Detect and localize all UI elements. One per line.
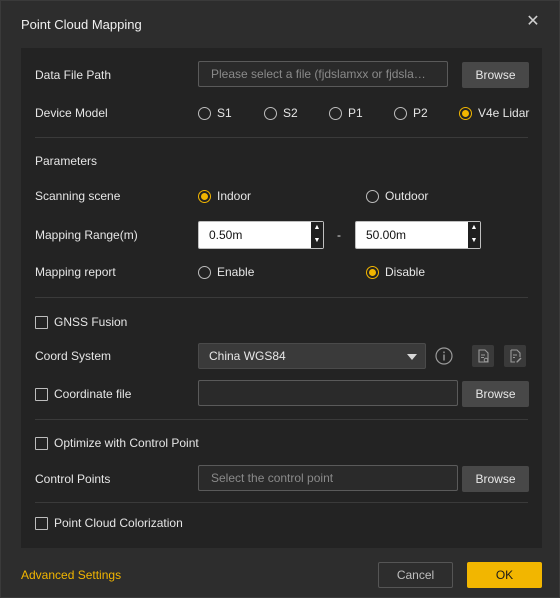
close-icon[interactable]: ✕	[525, 14, 541, 30]
data-file-path-label: Data File Path	[35, 68, 112, 82]
radio-dot-selected	[198, 189, 211, 203]
spin-down-icon[interactable]: ▼	[311, 235, 323, 248]
titlebar: Point Cloud Mapping ✕	[1, 1, 559, 47]
device-p2-radio[interactable]: P2	[394, 105, 428, 121]
divider	[35, 297, 528, 298]
ok-button[interactable]: OK	[467, 562, 542, 588]
spin-arrows: ▲ ▼	[311, 222, 323, 248]
report-enable-label: Enable	[217, 265, 255, 279]
advanced-settings-link[interactable]: Advanced Settings	[21, 568, 121, 582]
control-points-browse-button[interactable]: Browse	[462, 466, 529, 492]
radio-dot	[198, 106, 211, 120]
control-points-label: Control Points	[35, 472, 111, 486]
mapping-range-min-spinbox[interactable]: 0.50m ▲ ▼	[198, 221, 324, 249]
coord-system-value: China WGS84	[209, 349, 286, 363]
coordinate-file-label: Coordinate file	[54, 387, 132, 401]
radio-dot-selected	[459, 106, 472, 120]
mapping-range-max-value: 50.00m	[366, 228, 407, 242]
device-p1-label: P1	[348, 106, 363, 120]
point-cloud-colorization-label: Point Cloud Colorization	[54, 516, 183, 530]
edit-file-icon[interactable]	[504, 345, 526, 367]
range-separator: -	[337, 228, 341, 242]
device-s1-label: S1	[217, 106, 232, 120]
coord-system-select[interactable]: China WGS84	[198, 343, 426, 369]
coordinate-file-checkbox[interactable]: Coordinate file	[35, 386, 131, 402]
scanning-scene-label: Scanning scene	[35, 189, 121, 203]
spin-arrows: ▲ ▼	[468, 222, 480, 248]
gnss-fusion-label: GNSS Fusion	[54, 315, 128, 329]
mapping-range-max-spinbox[interactable]: 50.00m ▲ ▼	[355, 221, 481, 249]
point-cloud-colorization-checkbox[interactable]: Point Cloud Colorization	[35, 515, 183, 531]
device-s2-label: S2	[283, 106, 298, 120]
divider	[35, 137, 528, 138]
parameters-heading: Parameters	[35, 154, 98, 168]
scene-indoor-radio[interactable]: Indoor	[198, 188, 251, 204]
spin-down-icon[interactable]: ▼	[468, 235, 480, 248]
point-cloud-mapping-dialog: Point Cloud Mapping ✕ Data File Path Ple…	[0, 0, 560, 598]
device-s2-radio[interactable]: S2	[264, 105, 298, 121]
data-file-path-input[interactable]: Please select a file (fjdslamxx or fjdsl…	[198, 61, 448, 87]
report-disable-radio[interactable]: Disable	[366, 264, 425, 280]
checkbox-box	[35, 387, 48, 401]
checkbox-box	[35, 516, 48, 530]
device-model-label: Device Model	[35, 106, 108, 120]
device-s1-radio[interactable]: S1	[198, 105, 232, 121]
device-p1-radio[interactable]: P1	[329, 105, 363, 121]
settings-panel: Data File Path Please select a file (fjd…	[21, 48, 542, 548]
scene-outdoor-radio[interactable]: Outdoor	[366, 188, 428, 204]
radio-dot	[264, 106, 277, 120]
divider	[35, 419, 528, 420]
optimize-control-point-label: Optimize with Control Point	[54, 436, 199, 450]
gnss-fusion-checkbox[interactable]: GNSS Fusion	[35, 314, 127, 330]
radio-dot	[329, 106, 342, 120]
device-v4e-lidar-radio[interactable]: V4e Lidar	[459, 105, 529, 121]
dialog-title: Point Cloud Mapping	[21, 17, 142, 32]
report-disable-label: Disable	[385, 265, 426, 279]
radio-dot	[198, 265, 211, 279]
control-points-input[interactable]: Select the control point	[198, 465, 458, 491]
coord-system-label: Coord System	[35, 349, 112, 363]
scene-indoor-label: Indoor	[217, 189, 252, 203]
scene-outdoor-label: Outdoor	[385, 189, 429, 203]
device-p2-label: P2	[413, 106, 428, 120]
import-file-icon[interactable]	[472, 345, 494, 367]
radio-dot-selected	[366, 265, 379, 279]
mapping-report-label: Mapping report	[35, 265, 116, 279]
mapping-range-label: Mapping Range(m)	[35, 228, 138, 242]
mapping-range-min-value: 0.50m	[209, 228, 243, 242]
coordinate-file-input[interactable]	[198, 380, 458, 406]
chevron-down-icon	[407, 354, 417, 360]
radio-dot	[366, 189, 379, 203]
device-v4e-lidar-label: V4e Lidar	[478, 106, 530, 120]
coordinate-file-browse-button[interactable]: Browse	[462, 381, 529, 407]
checkbox-box	[35, 315, 48, 329]
divider	[35, 502, 528, 503]
radio-dot	[394, 106, 407, 120]
cancel-button[interactable]: Cancel	[378, 562, 453, 588]
data-file-browse-button[interactable]: Browse	[462, 62, 529, 88]
optimize-control-point-checkbox[interactable]: Optimize with Control Point	[35, 435, 199, 451]
spin-up-icon[interactable]: ▲	[468, 222, 480, 235]
info-icon[interactable]	[433, 345, 455, 367]
spin-up-icon[interactable]: ▲	[311, 222, 323, 235]
report-enable-radio[interactable]: Enable	[198, 264, 254, 280]
checkbox-box	[35, 436, 48, 450]
